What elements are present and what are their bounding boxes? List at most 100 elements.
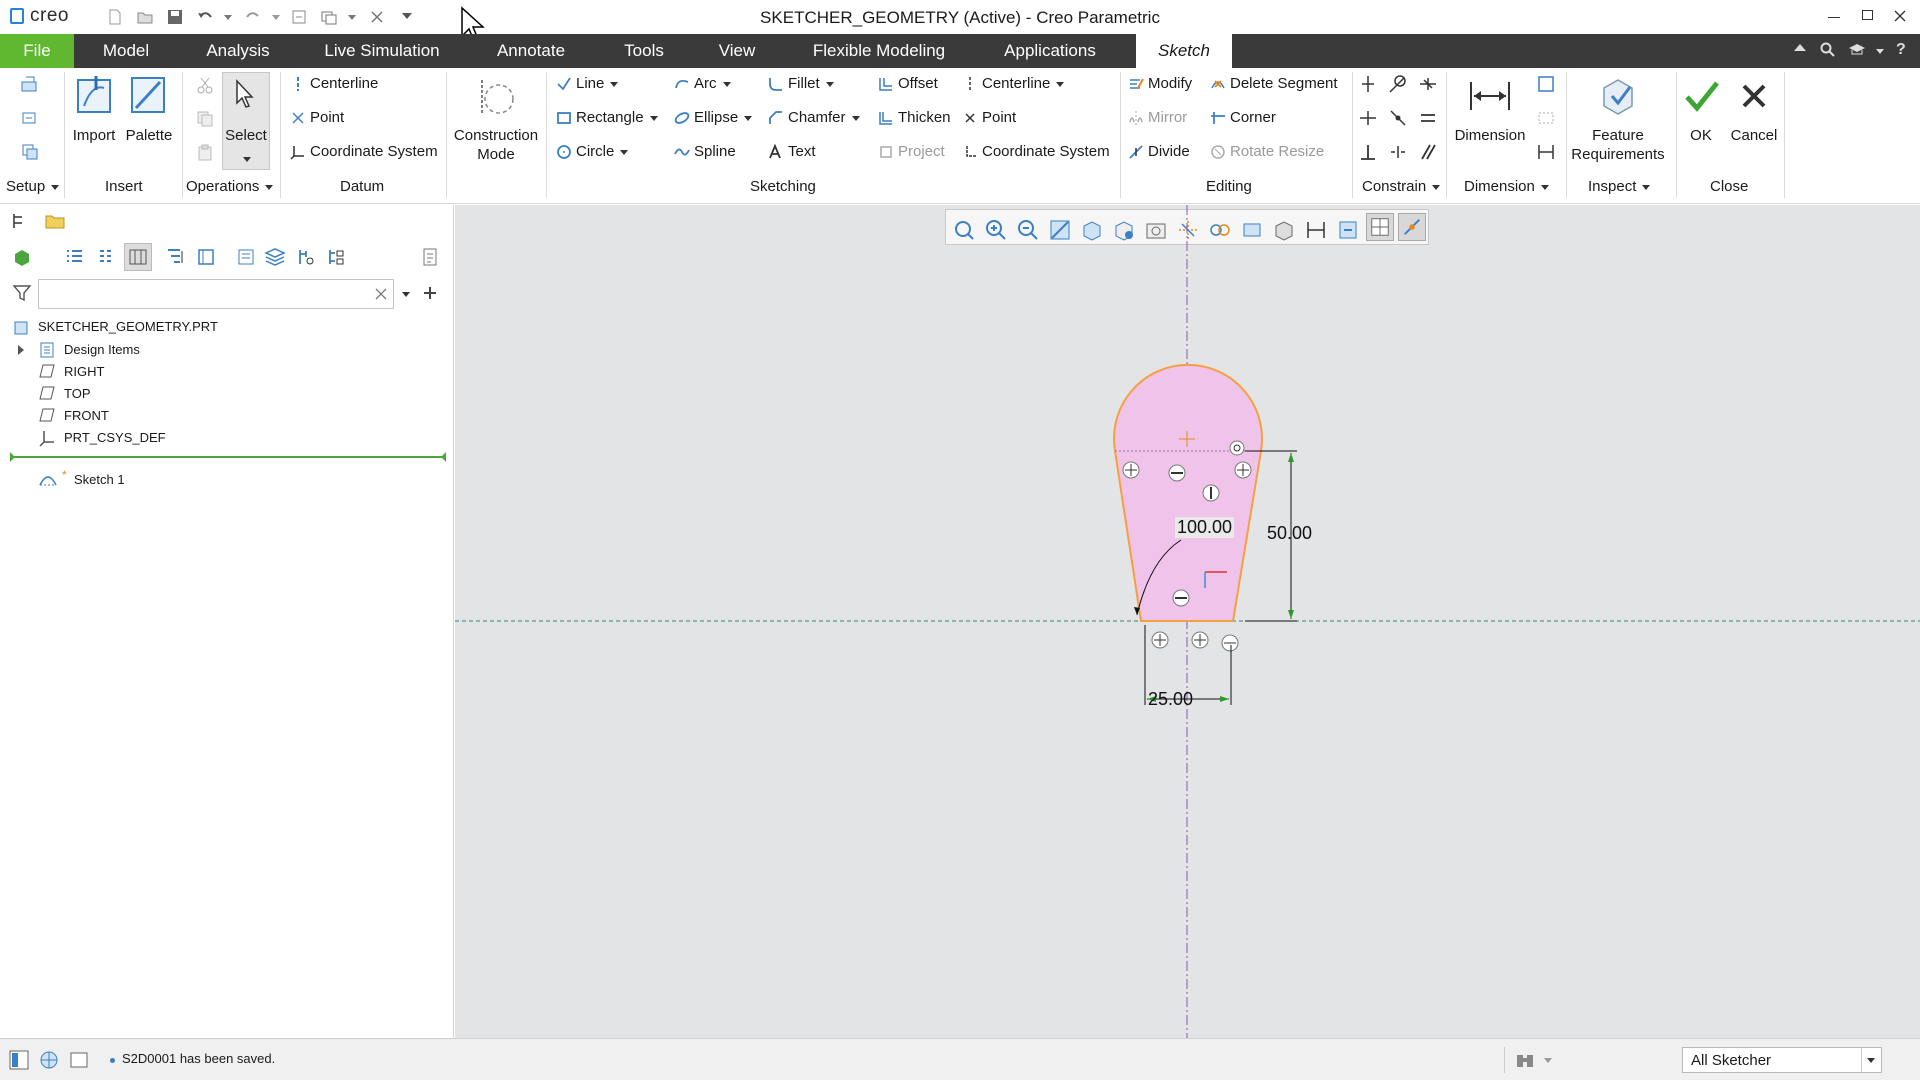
tree-view-icon[interactable] — [64, 247, 84, 267]
datum-point-button[interactable]: Point — [290, 106, 344, 130]
cancel-button[interactable]: Cancel — [1726, 126, 1782, 145]
rectangle-button[interactable]: Rectangle — [556, 106, 658, 130]
folder-browser-tab-icon[interactable] — [44, 211, 66, 231]
perpendicular-constraint-icon[interactable] — [1358, 142, 1378, 162]
tab-view[interactable]: View — [700, 34, 774, 68]
minimize-icon[interactable] — [1828, 17, 1840, 18]
layers-icon[interactable] — [264, 247, 286, 267]
find-icon[interactable] — [1514, 1049, 1536, 1071]
import-icon[interactable] — [74, 74, 114, 118]
dimension-group-label[interactable]: Dimension — [1464, 176, 1549, 198]
ellipse-button[interactable]: Ellipse — [674, 106, 753, 130]
learning-dropdown-icon[interactable] — [1876, 49, 1884, 54]
tab-analysis[interactable]: Analysis — [196, 34, 280, 68]
tree-item-sketch-1[interactable]: Sketch 1 — [74, 470, 125, 490]
navigator-toggle-icon[interactable] — [8, 1049, 30, 1071]
part-icon[interactable] — [12, 247, 32, 267]
arc-button[interactable]: Arc — [674, 72, 731, 96]
corner-button[interactable]: Corner — [1210, 106, 1276, 130]
search-icon[interactable] — [1820, 42, 1836, 58]
import-button[interactable]: Import — [64, 126, 124, 145]
find-dropdown-icon[interactable] — [1544, 1058, 1552, 1063]
tree-settings-icon[interactable] — [196, 247, 216, 267]
divide-button[interactable]: Divide — [1128, 140, 1190, 164]
display-style-icon[interactable] — [296, 247, 316, 267]
ok-button[interactable]: OK — [1678, 126, 1724, 145]
ok-check-icon[interactable] — [1684, 80, 1720, 114]
width-dimension[interactable]: 25.00 — [1148, 689, 1193, 710]
feature-requirements-button[interactable]: Feature Requirements — [1570, 126, 1666, 164]
construction-mode-button[interactable]: Construction Mode — [448, 126, 544, 164]
add-filter-icon[interactable] — [422, 285, 438, 301]
cut-icon[interactable] — [196, 76, 214, 94]
datum-centerline-button[interactable]: Centerline — [290, 72, 378, 96]
sketch-centerline-button[interactable]: Centerline — [962, 72, 1065, 96]
feature-requirements-icon[interactable] — [1598, 76, 1638, 120]
delete-segment-button[interactable]: Delete Segment — [1210, 72, 1338, 96]
sketch-point-button[interactable]: Point — [962, 106, 1016, 130]
tree-columns-button[interactable] — [124, 243, 152, 271]
offset-button[interactable]: Offset — [878, 72, 938, 96]
tab-sketch[interactable]: Sketch — [1136, 34, 1232, 68]
model-tree-tab-icon[interactable] — [10, 211, 30, 231]
palette-icon[interactable] — [128, 74, 168, 118]
reference-dimension-icon[interactable] — [1536, 142, 1556, 162]
tab-model[interactable]: Model — [84, 34, 168, 68]
mirror-button[interactable]: Mirror — [1128, 106, 1187, 130]
tab-flexible-modeling[interactable]: Flexible Modeling — [800, 34, 958, 68]
insert-here-indicator[interactable] — [12, 456, 446, 458]
sketch-profile[interactable] — [1113, 363, 1263, 622]
text-button[interactable]: Text — [768, 140, 816, 164]
operations-group-label[interactable]: Operations — [186, 176, 274, 198]
perimeter-icon[interactable] — [1536, 74, 1556, 94]
cancel-x-icon[interactable] — [1740, 82, 1768, 110]
tree-root[interactable]: SKETCHER_GEOMETRY.PRT — [38, 317, 218, 337]
select-button[interactable]: Select — [222, 72, 270, 170]
constrain-group-label[interactable]: Constrain — [1362, 176, 1441, 198]
inspect-group-label[interactable]: Inspect — [1588, 176, 1651, 198]
list-view-icon[interactable] — [96, 247, 116, 267]
tree-search-box[interactable] — [38, 279, 394, 309]
restore-icon[interactable] — [1862, 10, 1873, 20]
tab-tools[interactable]: Tools — [606, 34, 682, 68]
height-dimension[interactable]: 50.00 — [1267, 523, 1312, 544]
tab-annotate[interactable]: Annotate — [482, 34, 580, 68]
sketch-csys-button[interactable]: Coordinate System — [962, 140, 1110, 164]
palette-button[interactable]: Palette — [120, 126, 178, 145]
tab-live-simulation[interactable]: Live Simulation — [310, 34, 454, 68]
tree-item-design-items[interactable]: Design Items — [64, 340, 140, 360]
vertical-constraint-icon[interactable] — [1358, 74, 1378, 94]
learning-connector-icon[interactable] — [1848, 42, 1866, 58]
radius-dimension[interactable]: 100.00 — [1175, 517, 1235, 538]
circle-button[interactable]: Circle — [556, 140, 629, 164]
spline-button[interactable]: Spline — [674, 140, 736, 164]
tree-search-input[interactable] — [43, 282, 363, 306]
minimize-ribbon-icon[interactable] — [1794, 44, 1806, 51]
paste-icon[interactable] — [196, 144, 214, 162]
project-button[interactable]: Project — [878, 140, 945, 164]
symmetric-constraint-icon[interactable] — [1388, 142, 1408, 162]
tab-applications[interactable]: Applications — [988, 34, 1112, 68]
tree-item-front[interactable]: FRONT — [64, 406, 109, 426]
sketch-setup-icon[interactable] — [20, 74, 40, 94]
coincident-constraint-icon[interactable] — [1388, 108, 1408, 128]
tree-notes-icon[interactable] — [420, 247, 440, 267]
copy-icon[interactable] — [196, 110, 214, 128]
line-button[interactable]: Line — [556, 72, 619, 96]
feature-list-icon[interactable] — [326, 247, 346, 267]
clear-search-icon[interactable] — [375, 288, 387, 300]
chamfer-button[interactable]: Chamfer — [768, 106, 860, 130]
filter-funnel-icon[interactable] — [12, 283, 32, 303]
dimension-button[interactable]: Dimension — [1450, 126, 1530, 145]
rotate-resize-button[interactable]: Rotate Resize — [1210, 140, 1324, 164]
fillet-button[interactable]: Fillet — [768, 72, 834, 96]
datum-csys-button[interactable]: Coordinate System — [290, 140, 438, 164]
sketch-view-icon[interactable] — [20, 142, 40, 162]
tangent-constraint-icon[interactable] — [1388, 74, 1408, 94]
expand-arrow-icon[interactable] — [18, 345, 24, 355]
tree-item-right[interactable]: RIGHT — [64, 362, 104, 382]
selection-filter-select[interactable]: All Sketcher — [1682, 1047, 1882, 1073]
midpoint-constraint-icon[interactable] — [1418, 74, 1438, 94]
parallel-constraint-icon[interactable] — [1418, 142, 1438, 162]
modify-button[interactable]: Modify — [1128, 72, 1192, 96]
